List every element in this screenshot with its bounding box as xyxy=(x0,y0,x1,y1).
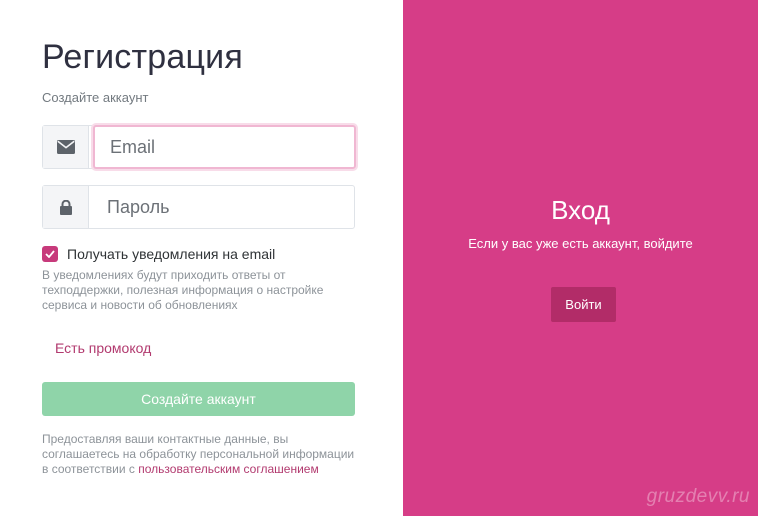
login-button[interactable]: Войти xyxy=(551,287,616,322)
login-title: Вход xyxy=(551,195,610,225)
register-subtitle: Создайте аккаунт xyxy=(42,90,149,105)
user-agreement-link[interactable]: пользовательским соглашением xyxy=(138,462,318,476)
password-field xyxy=(42,185,355,229)
checkmark-icon xyxy=(45,250,55,258)
notify-checkbox[interactable] xyxy=(42,246,58,262)
register-title: Регистрация xyxy=(42,38,243,76)
email-input[interactable] xyxy=(93,125,356,169)
notify-option[interactable]: Получать уведомления на email xyxy=(42,246,275,262)
create-account-button[interactable]: Создайте аккаунт xyxy=(42,382,355,416)
legal-notice: Предоставляя ваши контактные данные, вы … xyxy=(42,432,362,477)
password-input[interactable] xyxy=(89,186,354,228)
notify-label: Получать уведомления на email xyxy=(67,246,276,262)
envelope-icon xyxy=(43,126,89,168)
email-field xyxy=(42,125,356,169)
register-panel: Регистрация Создайте аккаунт Получать ув… xyxy=(0,0,403,516)
promo-code-link[interactable]: Есть промокод xyxy=(55,340,151,356)
watermark: gruzdevv.ru xyxy=(646,486,750,507)
notify-hint: В уведомлениях будут приходить ответы от… xyxy=(42,268,324,312)
login-text: Если у вас уже есть аккаунт, войдите xyxy=(468,236,693,251)
login-panel: Вход Если у вас уже есть аккаунт, войдит… xyxy=(403,0,758,516)
lock-icon xyxy=(43,186,89,228)
